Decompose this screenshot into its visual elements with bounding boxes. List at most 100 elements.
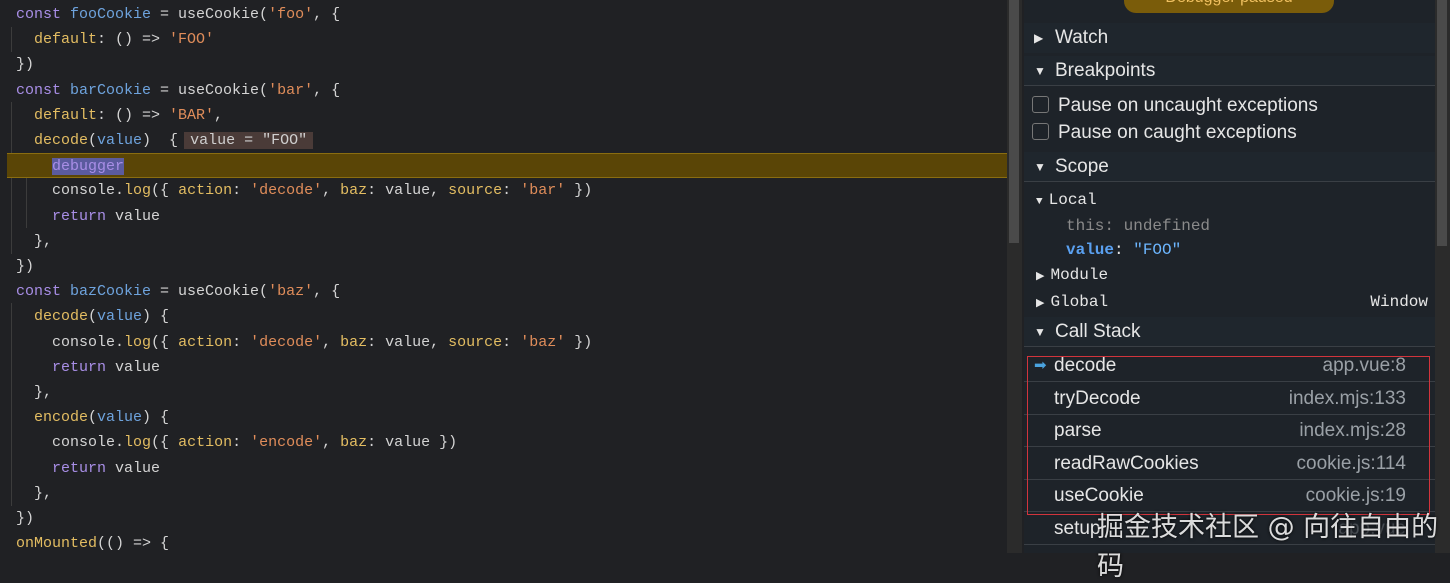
code-line[interactable]: return value <box>0 355 1007 380</box>
scope-this[interactable]: this: undefined <box>1066 214 1210 239</box>
code-editor[interactable]: const fooCookie = useCookie('foo', { def… <box>0 0 1007 553</box>
code-token: }) <box>16 258 35 275</box>
code-line[interactable]: }) <box>0 52 1007 77</box>
sidebar-scrollbar[interactable] <box>1435 0 1450 553</box>
collapse-triangle-icon: ▼ <box>1034 64 1046 78</box>
scope-value[interactable]: value: "FOO" <box>1066 238 1181 263</box>
code-line[interactable]: const fooCookie = useCookie('foo', { <box>0 2 1007 27</box>
code-token: ) { <box>142 409 170 427</box>
call-stack-section-header[interactable]: ▼ Call Stack <box>1024 317 1435 347</box>
code-token: return <box>52 207 107 225</box>
code-token: ( <box>88 132 98 149</box>
paused-code-line[interactable]: debugger <box>7 153 1007 179</box>
code-line[interactable]: const barCookie = useCookie('bar', { <box>0 78 1007 103</box>
code-token: 'FOO' <box>169 31 215 49</box>
scope-global[interactable]: ▶ Global Window <box>1036 290 1428 315</box>
code-token: encode <box>16 409 89 427</box>
code-token: ( <box>88 308 98 326</box>
code-line[interactable]: console.log({ action: 'decode', baz: val… <box>0 330 1007 355</box>
collapse-triangle-icon: ▼ <box>1034 160 1046 174</box>
code-token: const <box>16 283 71 301</box>
frame-location[interactable]: index.mjs:133 <box>1289 383 1406 415</box>
code-line[interactable]: }, <box>0 380 1007 405</box>
code-token: ({ <box>151 182 179 200</box>
code-token: }) <box>565 333 593 351</box>
pause-uncaught-checkbox[interactable]: Pause on uncaught exceptions <box>1032 92 1318 119</box>
editor-scrollbar[interactable] <box>1007 0 1022 553</box>
frame-function: setup <box>1054 517 1101 539</box>
code-line[interactable]: console.log({ action: 'decode', baz: val… <box>0 178 1007 203</box>
code-token: console. <box>16 434 125 452</box>
debugger-sidebar: Debugger paused ▶ Watch ▼ Breakpoints Paus… <box>1024 0 1435 553</box>
call-stack-frame[interactable]: tryDecode index.mjs:133 <box>1024 383 1435 415</box>
breakpoints-section-header[interactable]: ▼ Breakpoints <box>1024 56 1435 86</box>
code-token: }) <box>565 182 593 200</box>
code-token: : () => <box>97 106 170 124</box>
code-line[interactable]: decode(value) { <box>0 304 1007 329</box>
code-token: decode <box>16 308 89 326</box>
code-token: source <box>448 333 503 351</box>
code-token: : <box>232 434 251 452</box>
checkbox-icon[interactable] <box>1032 123 1049 140</box>
code-token: decode <box>16 132 89 149</box>
breakpoints-label: Breakpoints <box>1055 60 1156 81</box>
scrollbar-thumb[interactable] <box>1437 0 1447 246</box>
code-token: : <box>502 333 521 351</box>
code-line[interactable]: }) <box>0 254 1007 279</box>
code-token: : value, <box>367 333 449 351</box>
code-line[interactable]: const bazCookie = useCookie('baz', { <box>0 279 1007 304</box>
call-stack-frame[interactable]: readRawCookies cookie.js:114 <box>1024 448 1435 480</box>
code-line[interactable]: default: () => 'BAR', <box>0 103 1007 128</box>
code-token: : value }) <box>367 434 458 452</box>
scope-local[interactable]: ▼ Local <box>1036 188 1097 213</box>
module-label: Module <box>1050 266 1109 284</box>
scope-module[interactable]: ▶ Module <box>1036 263 1108 288</box>
current-frame-arrow-icon: ➡ <box>1034 357 1047 374</box>
frame-location[interactable]: app.vue:8 <box>1323 350 1406 382</box>
code-line[interactable]: default: () => 'FOO' <box>0 27 1007 52</box>
call-stack-label: Call Stack <box>1055 321 1141 342</box>
watch-label: Watch <box>1055 27 1109 48</box>
code-line[interactable]: encode(value) { <box>0 405 1007 430</box>
code-token: action <box>178 333 233 351</box>
code-line[interactable]: }, <box>0 481 1007 506</box>
code-token: : value, <box>367 182 449 200</box>
code-token: value <box>97 409 143 427</box>
frame-location[interactable]: index.mjs:28 <box>1299 415 1406 447</box>
pause-caught-checkbox[interactable]: Pause on caught exceptions <box>1032 119 1297 146</box>
checkbox-icon[interactable] <box>1032 96 1049 113</box>
code-line[interactable]: decode(value) {value = "FOO" <box>0 128 1007 153</box>
code-line[interactable]: console.log({ action: 'encode', baz: val… <box>0 430 1007 455</box>
code-token: ) { <box>142 132 179 149</box>
code-token: default <box>16 106 98 124</box>
value-value: "FOO" <box>1133 241 1182 259</box>
scope-section-header[interactable]: ▼ Scope <box>1024 152 1435 182</box>
code-line[interactable]: return value <box>0 456 1007 481</box>
scrollbar-thumb[interactable] <box>1009 0 1019 243</box>
code-token: }, <box>16 484 53 502</box>
code-token: ({ <box>151 434 179 452</box>
code-token: return <box>52 459 107 477</box>
frame-location[interactable]: cookie.js:114 <box>1297 448 1407 480</box>
code-line[interactable]: }, <box>0 229 1007 254</box>
watermark: 掘金技术社区 @ 向往自由的码 <box>1097 512 1439 582</box>
code-line[interactable]: }) <box>0 506 1007 531</box>
code-token: , <box>322 182 341 200</box>
code-line[interactable]: return value <box>0 204 1007 229</box>
global-label: Global <box>1050 293 1109 311</box>
code-token: value <box>97 132 143 149</box>
code-token: , { <box>313 283 341 301</box>
code-token: ( <box>88 409 98 427</box>
code-token: value <box>106 459 161 477</box>
code-token: 'BAR' <box>169 106 215 124</box>
call-stack-frame[interactable]: parse index.mjs:28 <box>1024 415 1435 447</box>
call-stack-frame[interactable]: ➡ decode app.vue:8 <box>1024 350 1435 382</box>
pause-uncaught-label: Pause on uncaught exceptions <box>1058 95 1318 116</box>
local-label: Local <box>1048 191 1097 209</box>
this-key: this <box>1066 217 1105 235</box>
code-line[interactable]: onMounted(() => { <box>0 531 1007 553</box>
code-token: }) <box>16 510 35 527</box>
code-token: = useCookie( <box>151 6 269 23</box>
watch-section-header[interactable]: ▶ Watch <box>1024 23 1435 53</box>
